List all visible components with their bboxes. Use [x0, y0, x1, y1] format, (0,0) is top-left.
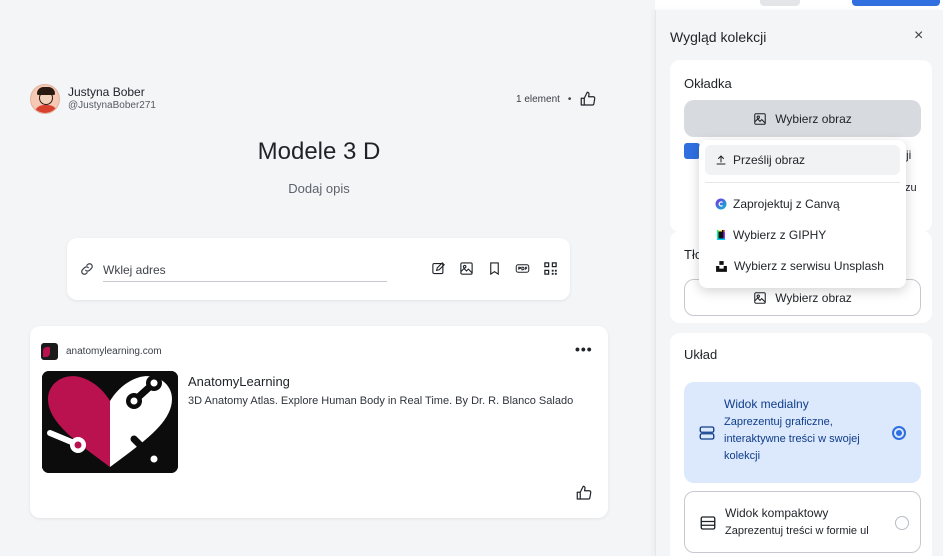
image-icon[interactable] [458, 260, 475, 277]
cover-choose-image-button[interactable]: Wybierz obraz [684, 100, 921, 137]
dropdown-item-upload-label: Prześlij obraz [733, 153, 806, 167]
more-options-button[interactable]: ••• [575, 341, 593, 357]
site-favicon-icon [41, 343, 58, 360]
qr-code-icon[interactable] [542, 260, 559, 277]
compact-view-icon [700, 516, 716, 530]
cover-option-text: ji [906, 148, 912, 162]
dropdown-divider [705, 182, 900, 183]
item-title[interactable]: AnatomyLearning [188, 374, 290, 389]
image-icon [754, 112, 766, 125]
layout-option-media-description: Zaprezentuj graficzne, interaktywne treś… [724, 416, 860, 462]
layout-label: Układ [684, 347, 718, 362]
canva-icon [715, 198, 727, 210]
layout-option-compact[interactable]: Widok kompaktowy Zaprezentuj treści w fo… [684, 491, 921, 553]
collection-main: Justyna Bober @JustynaBober271 1 element… [0, 0, 655, 556]
dropdown-item-upload[interactable]: Prześlij obraz [705, 145, 900, 175]
cover-label: Okładka [684, 76, 732, 91]
dropdown-item-giphy[interactable]: Wybierz z GIPHY [705, 220, 900, 250]
background-choose-image-label: Wybierz obraz [775, 290, 852, 305]
layout-compact-radio[interactable] [895, 516, 909, 530]
dropdown-item-unsplash[interactable]: Wybierz z serwisu Unsplash [705, 251, 900, 281]
description-placeholder[interactable]: Dodaj opis [0, 181, 638, 196]
top-button-primary[interactable] [852, 0, 940, 6]
collection-title[interactable]: Modele 3 D [0, 138, 638, 166]
avatar[interactable] [30, 84, 60, 114]
dropdown-item-giphy-label: Wybierz z GIPHY [733, 228, 827, 242]
pdf-icon[interactable] [514, 260, 531, 277]
author-name[interactable]: Justyna Bober [68, 85, 156, 99]
panel-title: Wygląd kolekcji [670, 29, 767, 45]
url-input[interactable] [103, 258, 387, 282]
layout-option-compact-title: Widok kompaktowy [725, 506, 829, 520]
dropdown-item-canva-label: Zaprojektuj z Canvą [733, 197, 840, 211]
item-thumbnail[interactable] [42, 371, 178, 473]
media-view-icon [699, 426, 715, 440]
item-description: 3D Anatomy Atlas. Explore Human Body in … [188, 395, 574, 407]
cover-option-text-2: zu [905, 182, 917, 194]
layout-section: Układ Widok medialny Zaprezentuj graficz… [670, 333, 932, 556]
item-domain[interactable]: anatomylearning.com [66, 346, 162, 357]
like-icon[interactable] [575, 484, 593, 502]
top-button-secondary[interactable] [760, 0, 800, 6]
giphy-icon [717, 230, 725, 240]
url-bar [67, 238, 570, 300]
item-card[interactable]: anatomylearning.com ••• AnatomyLearning … [30, 326, 608, 518]
dropdown-item-canva[interactable]: Zaprojektuj z Canvą [705, 189, 900, 219]
close-icon[interactable]: × [914, 27, 923, 45]
url-tools [430, 260, 559, 277]
image-icon [754, 291, 766, 304]
link-icon [81, 263, 93, 275]
author-handle: @JustynaBober271 [68, 100, 156, 111]
element-count-label: 1 element [516, 93, 560, 105]
image-source-dropdown: Prześlij obraz Zaprojektuj z Canvą Wybie… [699, 140, 906, 288]
author-header[interactable]: Justyna Bober @JustynaBober271 [30, 84, 156, 114]
separator-dot: • [567, 93, 572, 105]
cover-checkbox[interactable] [684, 143, 700, 159]
upload-icon [716, 155, 726, 165]
like-icon[interactable] [579, 90, 597, 108]
cover-choose-image-label: Wybierz obraz [775, 111, 852, 126]
layout-option-compact-description: Zaprezentuj treści w formie ul [725, 525, 869, 537]
element-count: 1 element • [516, 90, 597, 108]
layout-option-media[interactable]: Widok medialny Zaprezentuj graficzne, in… [684, 382, 921, 483]
bookmark-icon[interactable] [486, 260, 503, 277]
layout-media-radio[interactable] [892, 426, 906, 440]
note-icon[interactable] [430, 260, 447, 277]
dropdown-item-unsplash-label: Wybierz z serwisu Unsplash [734, 259, 884, 273]
unsplash-icon [716, 260, 727, 272]
layout-option-media-title: Widok medialny [724, 397, 809, 411]
